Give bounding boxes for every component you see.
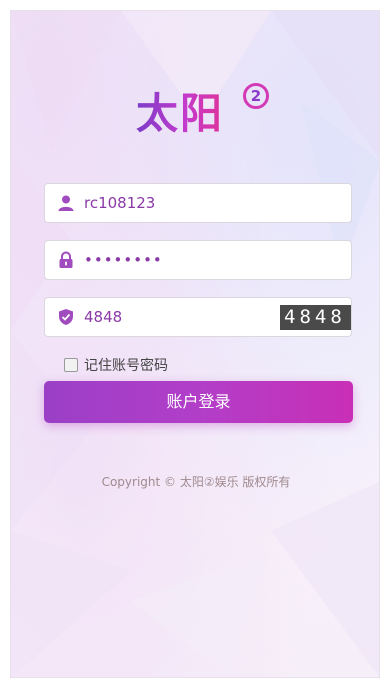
remember-me[interactable]: 记住账号密码 bbox=[64, 355, 168, 375]
remember-checkbox[interactable] bbox=[64, 358, 78, 372]
logo-badge: 2 bbox=[243, 83, 269, 109]
captcha-value[interactable]: 4848 bbox=[84, 298, 122, 336]
shield-icon bbox=[59, 309, 73, 325]
remember-label: 记住账号密码 bbox=[84, 358, 168, 374]
login-page: 太阳 2 rc108123 •••••••• 4848 4848 记住账号密码 … bbox=[10, 10, 380, 678]
lock-icon bbox=[59, 251, 73, 268]
username-field[interactable]: rc108123 bbox=[44, 183, 352, 223]
copyright-text: Copyright © 太阳②娱乐 版权所有 bbox=[101, 475, 291, 489]
username-value[interactable]: rc108123 bbox=[84, 184, 155, 222]
login-button[interactable]: 账户登录 bbox=[44, 381, 353, 423]
captcha-field[interactable]: 4848 4848 bbox=[44, 297, 352, 337]
password-value[interactable]: •••••••• bbox=[84, 241, 163, 279]
brand-logo: 太阳 2 bbox=[136, 83, 276, 143]
captcha-image[interactable]: 4848 bbox=[280, 305, 351, 330]
logo-text: 太阳 bbox=[136, 89, 225, 138]
user-icon bbox=[58, 195, 74, 211]
password-field[interactable]: •••••••• bbox=[44, 240, 352, 280]
